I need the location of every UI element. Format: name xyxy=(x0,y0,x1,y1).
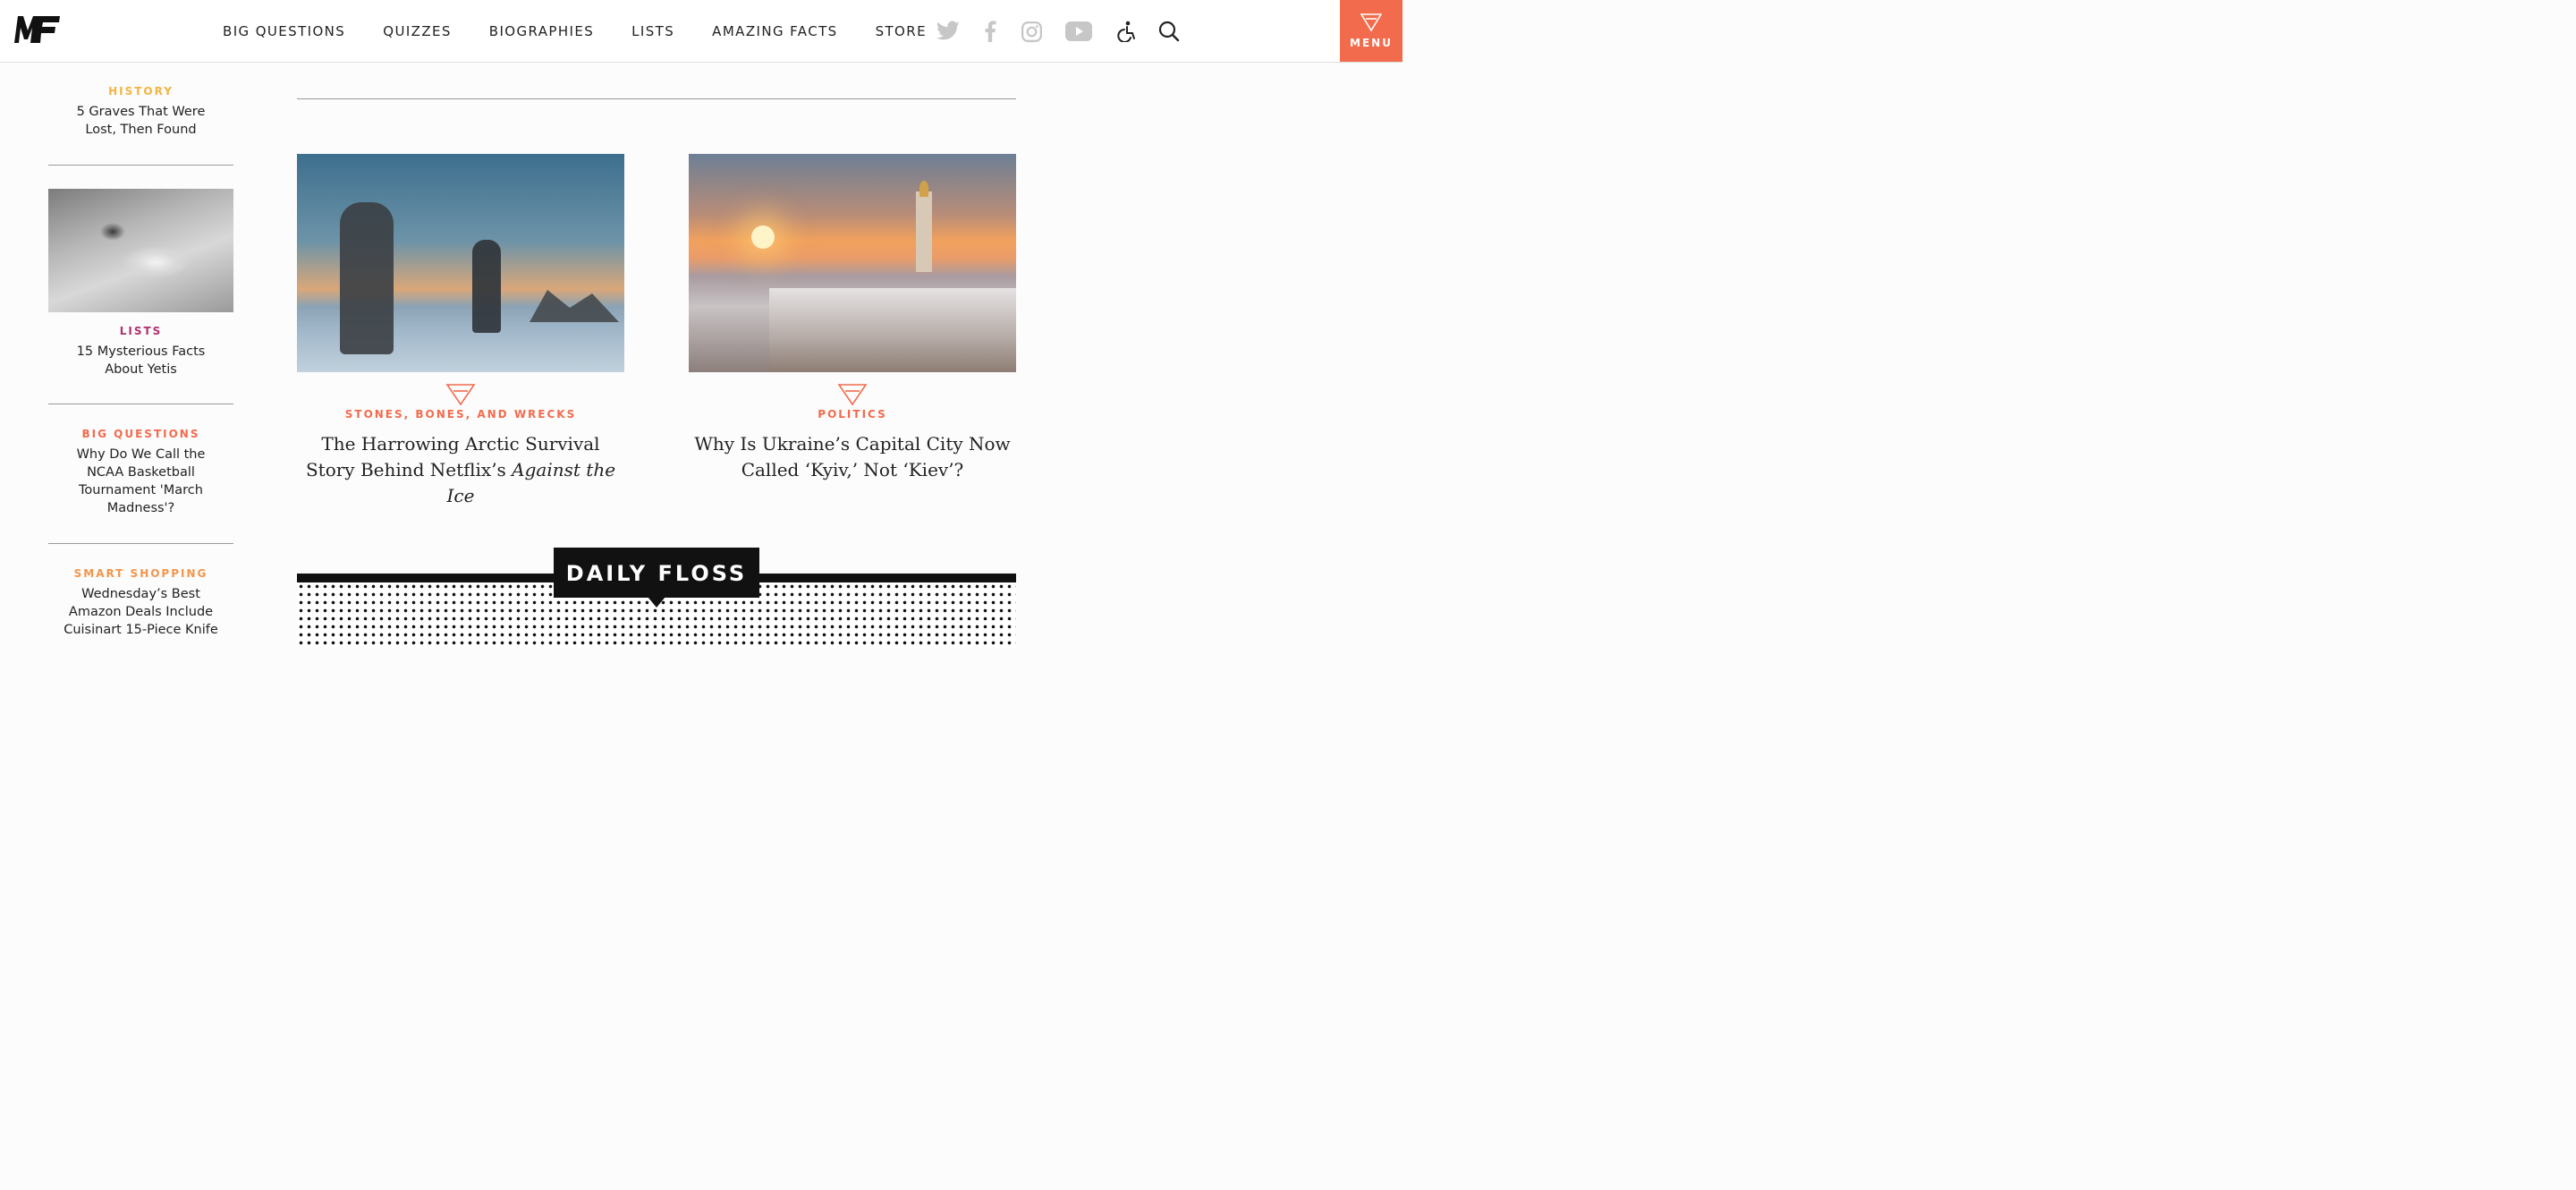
sidebar-divider xyxy=(48,165,233,166)
mental-floss-logo[interactable] xyxy=(14,15,61,47)
sidebar-category[interactable]: SMART SHOPPING xyxy=(48,567,233,580)
sidebar-category[interactable]: BIG QUESTIONS xyxy=(48,428,233,440)
sidebar-story-amazon-deals[interactable]: SMART SHOPPING Wednesday’s Best Amazon D… xyxy=(48,567,233,639)
youtube-icon[interactable] xyxy=(1064,19,1093,44)
sidebar-story-yetis[interactable]: LISTS 15 Mysterious Facts About Yetis xyxy=(48,189,233,378)
arctic-explorers-image[interactable] xyxy=(297,154,624,372)
daily-floss-pointer xyxy=(648,597,665,608)
sidebar-story-title[interactable]: 5 Graves That Were Lost, Then Found xyxy=(48,103,233,139)
logo-mark xyxy=(14,16,60,43)
mf-triangle-icon xyxy=(1360,13,1382,31)
twitter-icon[interactable] xyxy=(936,19,961,44)
daily-floss-heading[interactable]: DAILY FLOSS xyxy=(554,548,759,598)
nav-big-questions[interactable]: BIG QUESTIONS xyxy=(223,23,345,39)
nav-biographies[interactable]: BIOGRAPHIES xyxy=(489,23,594,39)
article-title[interactable]: The Harrowing Arctic Survival Story Behi… xyxy=(297,431,624,509)
sidebar-story-graves[interactable]: HISTORY 5 Graves That Were Lost, Then Fo… xyxy=(48,85,233,139)
section-divider xyxy=(297,98,1016,99)
sidebar-category[interactable]: HISTORY xyxy=(48,85,233,98)
mf-triangle-icon xyxy=(445,384,476,406)
nav-quizzes[interactable]: QUIZZES xyxy=(383,23,452,39)
article-title[interactable]: Why Is Ukraine’s Capital City Now Called… xyxy=(689,431,1016,483)
article-category[interactable]: POLITICS xyxy=(689,408,1016,421)
kyiv-sunset-image[interactable] xyxy=(689,154,1016,372)
nav-store[interactable]: STORE xyxy=(876,23,927,39)
yeti-footprint-image[interactable] xyxy=(48,189,233,312)
main-nav: BIG QUESTIONS QUIZZES BIOGRAPHIES LISTS … xyxy=(223,0,964,62)
article-category[interactable]: STONES, BONES, AND WRECKS xyxy=(297,408,624,421)
sidebar-story-title[interactable]: 15 Mysterious Facts About Yetis xyxy=(48,343,233,378)
site-header: BIG QUESTIONS QUIZZES BIOGRAPHIES LISTS … xyxy=(0,0,1402,63)
facebook-icon[interactable] xyxy=(982,19,998,44)
nav-lists[interactable]: LISTS xyxy=(631,23,674,39)
sidebar-story-march-madness[interactable]: BIG QUESTIONS Why Do We Call the NCAA Ba… xyxy=(48,428,233,517)
sidebar-divider xyxy=(48,543,233,544)
instagram-icon[interactable] xyxy=(1019,19,1044,44)
sidebar-category[interactable]: LISTS xyxy=(48,325,233,337)
article-card-arctic[interactable]: STONES, BONES, AND WRECKS The Harrowing … xyxy=(297,154,624,509)
sidebar-story-title[interactable]: Why Do We Call the NCAA Basketball Tourn… xyxy=(48,446,233,517)
mf-triangle-icon xyxy=(837,384,868,406)
search-icon[interactable] xyxy=(1157,19,1181,44)
accessibility-icon[interactable] xyxy=(1116,19,1138,44)
article-card-kyiv[interactable]: POLITICS Why Is Ukraine’s Capital City N… xyxy=(689,154,1016,483)
nav-amazing-facts[interactable]: AMAZING FACTS xyxy=(712,23,837,39)
menu-button[interactable]: MENU xyxy=(1340,0,1402,62)
menu-label: MENU xyxy=(1350,37,1393,49)
sidebar-story-title[interactable]: Wednesday’s Best Amazon Deals Include Cu… xyxy=(48,585,233,639)
